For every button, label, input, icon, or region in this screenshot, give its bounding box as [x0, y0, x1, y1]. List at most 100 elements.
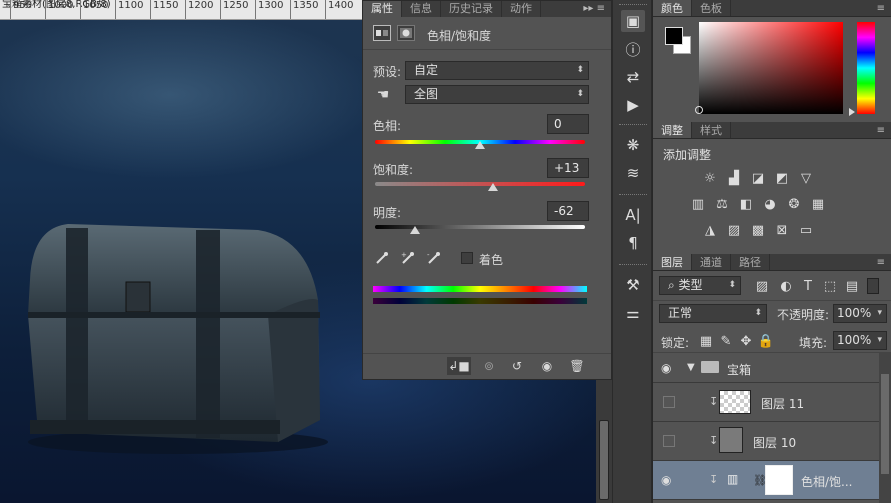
- lightness-input[interactable]: -62: [547, 201, 589, 221]
- selective-color-icon[interactable]: ▭: [797, 222, 815, 238]
- layer-filter-dropdown[interactable]: ⌕ 类型 ⬍: [659, 276, 741, 295]
- layer-mask-thumbnail[interactable]: [765, 465, 793, 495]
- panel-menu-icon[interactable]: ≡: [871, 0, 891, 16]
- panel-menu-icon[interactable]: ▸▸ ≡: [577, 1, 611, 17]
- layer-group-row[interactable]: ◉ ▼ 宝箱: [653, 353, 879, 383]
- visibility-toggle[interactable]: [663, 435, 675, 447]
- tab-styles[interactable]: 样式: [692, 122, 731, 138]
- tab-layers[interactable]: 图层: [653, 254, 692, 270]
- saturation-slider-track[interactable]: [375, 182, 585, 186]
- tab-paths[interactable]: 路径: [731, 254, 770, 270]
- filter-toggle[interactable]: [867, 278, 879, 294]
- brush-presets-icon[interactable]: ≋: [621, 162, 645, 184]
- levels-icon[interactable]: ▟: [725, 170, 743, 186]
- fill-field[interactable]: 100% ▾: [833, 331, 887, 350]
- photo-filter-icon[interactable]: ◕: [761, 196, 779, 212]
- brush-settings-icon[interactable]: ❋: [621, 134, 645, 156]
- channel-dropdown[interactable]: 全图 ⬍: [405, 85, 589, 104]
- mask-icon[interactable]: [397, 25, 415, 41]
- brightness-contrast-icon[interactable]: ☼: [701, 170, 719, 186]
- tab-history[interactable]: 历史记录: [441, 1, 502, 17]
- view-previous-icon[interactable]: ⊚: [477, 357, 501, 375]
- trash-icon[interactable]: 🗑: [565, 357, 589, 375]
- lock-paint-icon[interactable]: ✎: [717, 333, 735, 349]
- exposure-icon[interactable]: ◩: [773, 170, 791, 186]
- channel-mixer-icon[interactable]: ❂: [785, 196, 803, 212]
- paragraph-icon[interactable]: ¶: [621, 232, 645, 254]
- color-balance-icon[interactable]: ⚖: [713, 196, 731, 212]
- tab-channels[interactable]: 通道: [692, 254, 731, 270]
- threshold-icon[interactable]: ▩: [749, 222, 767, 238]
- layer-row[interactable]: ↧ 图层 10: [653, 422, 879, 461]
- hue-input[interactable]: 0: [547, 114, 589, 134]
- filter-adjustment-icon[interactable]: ◐: [777, 278, 795, 294]
- tab-properties[interactable]: 属性: [363, 1, 402, 17]
- panel-menu-icon[interactable]: ≡: [871, 254, 891, 270]
- filter-type-icon[interactable]: T: [799, 278, 817, 294]
- tab-color[interactable]: 颜色: [653, 0, 692, 16]
- hue-slider-knob[interactable]: [475, 141, 485, 149]
- lock-all-icon[interactable]: 🔒: [757, 333, 775, 349]
- blend-mode-dropdown[interactable]: 正常 ⬍: [659, 304, 767, 323]
- ruler-tick: 1000: [45, 0, 73, 19]
- visibility-toggle[interactable]: [663, 396, 675, 408]
- ruler-tick: 1300: [255, 0, 283, 19]
- foreground-color-swatch[interactable]: [665, 27, 683, 45]
- filter-shape-icon[interactable]: ⬚: [821, 278, 839, 294]
- clip-to-layer-icon[interactable]: ↲■: [447, 357, 471, 375]
- color-lookup-icon[interactable]: ▦: [809, 196, 827, 212]
- curves-icon[interactable]: ◪: [749, 170, 767, 186]
- canvas-scrollbar[interactable]: [596, 380, 612, 503]
- hue-pointer[interactable]: [849, 108, 855, 116]
- dock-grip: [619, 4, 647, 6]
- gradient-map-icon[interactable]: ⊠: [773, 222, 791, 238]
- eyedropper-plus-icon[interactable]: +: [399, 249, 417, 267]
- eyedropper-icon[interactable]: [373, 249, 391, 267]
- input-hue-bar: [373, 286, 587, 292]
- divider: [363, 353, 611, 354]
- character-icon[interactable]: A|: [621, 204, 645, 226]
- tab-info[interactable]: 信息: [402, 1, 441, 17]
- on-image-adjust-hand-icon[interactable]: ☚: [373, 85, 393, 105]
- tab-actions[interactable]: 动作: [502, 1, 541, 17]
- filter-pixel-icon[interactable]: ▨: [753, 278, 771, 294]
- saturation-slider-knob[interactable]: [487, 183, 498, 191]
- tab-adjustments[interactable]: 调整: [653, 122, 692, 138]
- chevron-down-icon[interactable]: ▼: [687, 362, 695, 373]
- panel-menu-icon[interactable]: ≡: [871, 122, 891, 138]
- picker-cursor[interactable]: [695, 106, 703, 114]
- reset-icon[interactable]: ↺: [505, 357, 529, 375]
- filter-smart-object-icon[interactable]: ▤: [843, 278, 861, 294]
- scroll-thumb[interactable]: [881, 374, 889, 474]
- info-icon[interactable]: ⓘ: [621, 38, 645, 60]
- scroll-thumb[interactable]: [599, 420, 609, 500]
- hue-strip[interactable]: [857, 22, 875, 114]
- vibrance-icon[interactable]: ▽: [797, 170, 815, 186]
- tool-presets-icon[interactable]: ⚒: [621, 274, 645, 296]
- saturation-brightness-picker[interactable]: [699, 22, 843, 114]
- preset-dropdown[interactable]: 自定 ⬍: [405, 61, 589, 80]
- colorize-checkbox[interactable]: [461, 252, 473, 264]
- posterize-icon[interactable]: ▨: [725, 222, 743, 238]
- lock-transparency-icon[interactable]: ▦: [697, 333, 715, 349]
- layer-row[interactable]: ↧ 图层 11: [653, 383, 879, 422]
- layers-scrollbar[interactable]: [879, 352, 891, 503]
- eyedropper-minus-icon[interactable]: -: [425, 249, 443, 267]
- history-icon[interactable]: ⇄: [621, 66, 645, 88]
- black-white-icon[interactable]: ◧: [737, 196, 755, 212]
- lightness-slider-knob[interactable]: [409, 226, 420, 234]
- visibility-eye-icon[interactable]: ◉: [535, 357, 559, 375]
- lightness-slider-track[interactable]: [375, 225, 585, 229]
- eye-icon[interactable]: ◉: [661, 361, 677, 375]
- hue-saturation-icon[interactable]: ▥: [689, 196, 707, 212]
- layer-row-selected[interactable]: ◉ ↧ ▥ ⛓ 色相/饱...: [653, 461, 879, 500]
- opacity-field[interactable]: 100% ▾: [833, 304, 887, 323]
- layer-comps-icon[interactable]: ⚌: [621, 302, 645, 324]
- eye-icon[interactable]: ◉: [661, 473, 677, 487]
- play-actions-icon[interactable]: ▶: [621, 94, 645, 116]
- lock-position-icon[interactable]: ✥: [737, 333, 755, 349]
- saturation-input[interactable]: +13: [547, 158, 589, 178]
- adjustments-panel-icon[interactable]: ▣: [621, 10, 645, 32]
- invert-icon[interactable]: ◮: [701, 222, 719, 238]
- tab-swatches[interactable]: 色板: [692, 0, 731, 16]
